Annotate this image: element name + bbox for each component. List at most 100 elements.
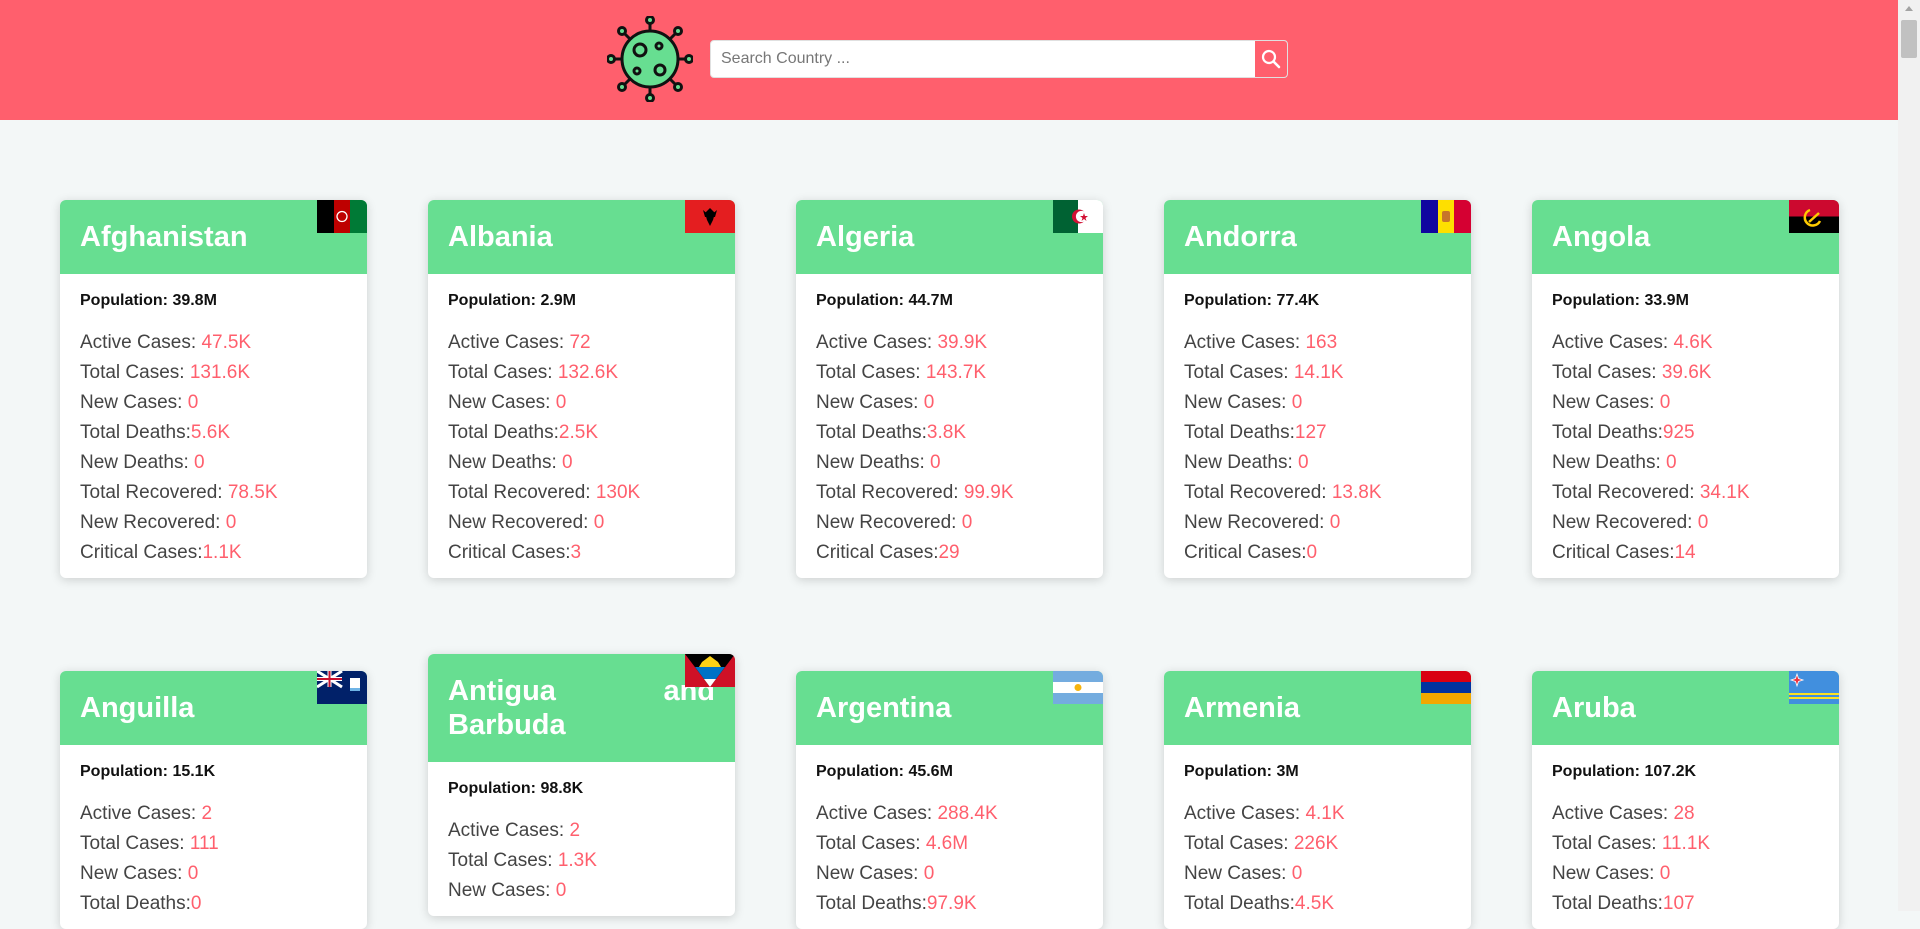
new-deaths: New Deaths: 0 [80,452,205,473]
population: Population: 2.9M [448,292,577,309]
total-recovered: Total Recovered: 34.1K [1552,482,1750,503]
total-cases: Total Cases: 111 [80,833,219,854]
card-body: Population: 15.1K Active Cases: 2 Total … [60,745,367,929]
new-cases: New Cases: 0 [816,392,935,413]
country-card[interactable]: Armenia Population: 3M Active Cases: 4.1… [1164,671,1471,929]
total-deaths: Total Deaths:5.6K [80,422,230,443]
active-cases: Active Cases: 28 [1552,803,1695,824]
card-body: Population: 45.6M Active Cases: 288.4K T… [796,745,1103,929]
card-body: Population: 44.7M Active Cases: 39.9K To… [796,274,1103,578]
new-deaths: New Deaths: 0 [448,452,573,473]
country-name: Argentina [816,692,952,724]
anguilla-flag-icon [317,671,367,704]
virus-logo-icon [607,16,693,102]
new-cases: New Cases: 0 [1552,392,1671,413]
card-header: Armenia [1164,671,1471,745]
country-card[interactable]: Argentina Population: 45.6M Active Cases… [796,671,1103,929]
new-cases: New Cases: 0 [816,863,935,884]
aruba-flag-icon [1789,671,1839,704]
active-cases: Active Cases: 163 [1184,332,1338,353]
card-body: Population: 2.9M Active Cases: 72 Total … [428,274,735,578]
total-deaths: Total Deaths:4.5K [1184,893,1334,914]
active-cases: Active Cases: 47.5K [80,332,252,353]
argentina-flag-icon [1053,671,1103,704]
population: Population: 107.2K [1552,763,1697,780]
country-card[interactable]: Andorra Population: 77.4K Active Cases: … [1164,200,1471,578]
new-cases: New Cases: 0 [1184,392,1303,413]
population: Population: 44.7M [816,292,953,309]
card-header: Albania [428,200,735,274]
country-name: Algeria [816,221,915,253]
total-cases: Total Cases: 143.7K [816,362,987,383]
critical-cases: Critical Cases:29 [816,542,960,563]
total-cases: Total Cases: 132.6K [448,362,619,383]
new-recovered: New Recovered: 0 [816,512,973,533]
population: Population: 98.8K [448,780,584,797]
active-cases: Active Cases: 72 [448,332,591,353]
new-deaths: New Deaths: 0 [1552,452,1677,473]
albania-flag-icon [685,200,735,233]
card-header: Andorra [1164,200,1471,274]
country-card[interactable]: Anguilla Population: 15.1K Active Cases:… [60,671,367,929]
scrollbar-thumb[interactable] [1901,20,1917,58]
population: Population: 77.4K [1184,292,1320,309]
country-name: Afghanistan [80,221,248,253]
country-name: Aruba [1552,692,1636,724]
card-header: Anguilla [60,671,367,745]
new-cases: New Cases: 0 [80,392,199,413]
active-cases: Active Cases: 2 [448,820,581,841]
new-cases: New Cases: 0 [80,863,199,884]
scroll-up-arrow-icon[interactable] [1905,6,1913,11]
country-card[interactable]: Angola Population: 33.9M Active Cases: 4… [1532,200,1839,578]
country-card[interactable]: Aruba Population: 107.2K Active Cases: 2… [1532,671,1839,929]
country-name: Angola [1552,221,1651,253]
population: Population: 3M [1184,763,1299,780]
active-cases: Active Cases: 39.9K [816,332,988,353]
algeria-flag-icon [1053,200,1103,233]
new-cases: New Cases: 0 [448,880,567,901]
total-deaths: Total Deaths:0 [80,893,202,914]
card-body: Population: 3M Active Cases: 4.1K Total … [1164,745,1471,929]
country-card[interactable]: Antigua and Barbuda Population: 98.8K Ac… [428,654,735,916]
total-recovered: Total Recovered: 13.8K [1184,482,1382,503]
angola-flag-icon [1789,200,1839,233]
country-name: Armenia [1184,692,1301,724]
total-recovered: Total Recovered: 78.5K [80,482,278,503]
critical-cases: Critical Cases:1.1K [80,542,242,563]
antigua-flag-icon [685,654,735,687]
country-name: Albania [448,221,553,253]
card-body: Population: 107.2K Active Cases: 28 Tota… [1532,745,1839,929]
active-cases: Active Cases: 4.1K [1184,803,1345,824]
search-icon [1261,49,1281,69]
critical-cases: Critical Cases:14 [1552,542,1696,563]
country-name: Antigua and Barbuda [448,675,715,741]
afghanistan-flag-icon [317,200,367,233]
search-bar [710,40,1288,78]
card-body: Population: 33.9M Active Cases: 4.6K Tot… [1532,274,1839,578]
new-deaths: New Deaths: 0 [816,452,941,473]
new-cases: New Cases: 0 [1552,863,1671,884]
card-body: Population: 98.8K Active Cases: 2 Total … [428,762,735,916]
active-cases: Active Cases: 4.6K [1552,332,1713,353]
country-card[interactable]: Albania Population: 2.9M Active Cases: 7… [428,200,735,578]
card-header: Afghanistan [60,200,367,274]
total-cases: Total Cases: 226K [1184,833,1339,854]
card-body: Population: 39.8M Active Cases: 47.5K To… [60,274,367,578]
armenia-flag-icon [1421,671,1471,704]
population: Population: 39.8M [80,292,217,309]
search-input[interactable] [711,41,1251,77]
card-body: Population: 77.4K Active Cases: 163 Tota… [1164,274,1471,578]
total-deaths: Total Deaths:925 [1552,422,1695,443]
new-cases: New Cases: 0 [1184,863,1303,884]
total-deaths: Total Deaths:97.9K [816,893,977,914]
country-card[interactable]: Afghanistan Population: 39.8M Active Cas… [60,200,367,578]
app-header [0,0,1898,120]
critical-cases: Critical Cases:3 [448,542,582,563]
population: Population: 33.9M [1552,292,1689,309]
card-header: Antigua and Barbuda [428,654,735,762]
search-button[interactable] [1254,41,1287,77]
country-card[interactable]: Algeria Population: 44.7M Active Cases: … [796,200,1103,578]
active-cases: Active Cases: 2 [80,803,213,824]
population: Population: 45.6M [816,763,953,780]
page-scrollbar[interactable] [1898,0,1920,911]
